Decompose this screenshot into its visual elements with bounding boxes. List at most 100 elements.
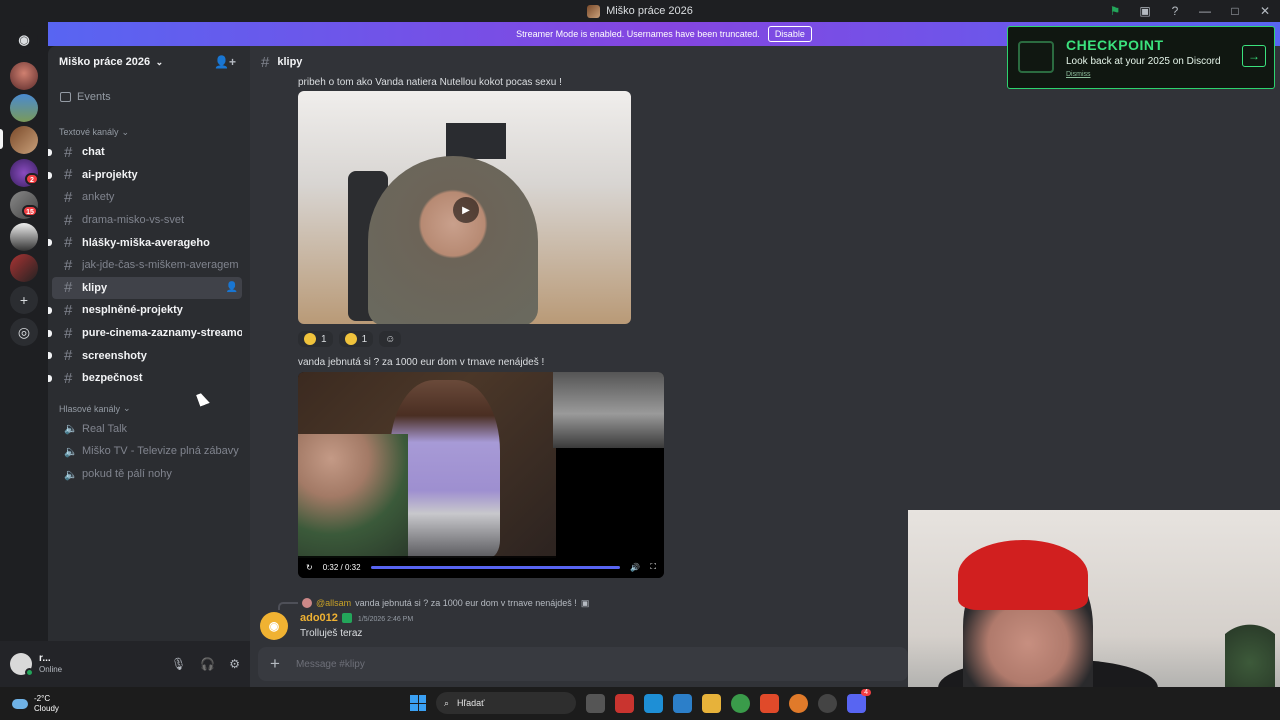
fullscreen-icon[interactable]: ⛶	[650, 562, 656, 572]
message-author[interactable]: ado012	[300, 612, 338, 624]
channel-item[interactable]: # pure-cinema-zaznamy-streamov	[48, 322, 242, 345]
chrome-icon[interactable]	[731, 693, 750, 713]
calendar-icon	[60, 92, 71, 102]
server-icon-7[interactable]	[10, 254, 38, 282]
weather-temp: -2°C	[34, 693, 51, 703]
server-icon-6[interactable]	[10, 223, 38, 251]
channel-item[interactable]: # chat	[48, 141, 242, 164]
volume-icon[interactable]: 🔊	[630, 563, 640, 572]
hash-icon: #	[64, 211, 73, 229]
taskbar-search[interactable]: ⌕ Hľadať	[436, 692, 576, 714]
minimize-button[interactable]: —	[1190, 4, 1220, 18]
channel-name: pure-cinema-zaznamy-streamov	[82, 327, 242, 340]
cloud-icon	[12, 698, 28, 709]
reaction-tired[interactable]: 1	[338, 331, 374, 347]
search-placeholder: Hľadať	[457, 698, 485, 708]
voice-channel-item[interactable]: 🔈 Real Talk	[52, 418, 242, 441]
reply-mention[interactable]: @allsam	[316, 598, 351, 608]
message-text: vanda jebnutá si ? za 1000 eur dom v trn…	[298, 357, 545, 368]
server-icon	[587, 4, 601, 18]
checkpoint-title: CHECKPOINT	[1066, 37, 1164, 53]
weather-cond: Cloudy	[34, 703, 59, 713]
server-header[interactable]: Miško práce 2026 ⌄ 👤+	[48, 46, 250, 78]
attach-plus-icon[interactable]: +	[270, 654, 280, 674]
speaker-icon: 🔈	[64, 423, 78, 436]
invite-icon[interactable]: 👤+	[214, 55, 236, 69]
category-text-label: Textové kanály	[59, 127, 119, 137]
video-frame-inset	[553, 372, 664, 448]
voice-channel-name: Miško TV - Televize plná zábavy	[82, 445, 239, 458]
maximize-button[interactable]: □	[1220, 4, 1250, 18]
video-player[interactable]: ↻ 0:32 / 0:32 🔊 ⛶	[298, 372, 664, 578]
hash-icon: #	[64, 234, 73, 252]
server-icon-1[interactable]	[10, 62, 38, 90]
flag-icon[interactable]: ⚑	[1100, 4, 1130, 18]
channel-item[interactable]: # jak-jde-čas-s-miškem-averagem	[52, 254, 242, 277]
store-icon[interactable]	[615, 693, 634, 713]
firefox-icon[interactable]	[789, 693, 808, 713]
rofl-emoji-icon	[304, 333, 316, 345]
inbox-icon[interactable]: ▣	[1130, 4, 1160, 18]
weather-widget[interactable]: -2°C Cloudy	[0, 694, 59, 714]
brave-icon[interactable]	[760, 693, 779, 713]
window-title: Miško práce 2026	[587, 4, 693, 18]
hash-icon: #	[261, 53, 270, 71]
voice-channel-item[interactable]: 🔈 Miško TV - Televize plná zábavy	[52, 440, 242, 463]
smiley-icon: ☺	[385, 333, 396, 345]
reactions: 1 1 ☺	[298, 331, 402, 347]
unread-badge: 15	[22, 205, 38, 217]
photos-icon[interactable]	[673, 693, 692, 713]
search-icon: ⌕	[444, 697, 450, 708]
invite-icon[interactable]: 👤	[226, 282, 238, 293]
channel-item[interactable]: # nesplněné-projekty	[48, 299, 242, 322]
arrow-right-icon[interactable]: →	[1242, 45, 1266, 67]
taskview-icon[interactable]	[586, 693, 605, 713]
video-progress-bar[interactable]	[370, 565, 621, 569]
voice-channel-item[interactable]: 🔈 pokud tě pálí nohy	[52, 463, 242, 486]
message-input[interactable]: Message #klipy	[296, 659, 365, 670]
discord-home-icon[interactable]: ◉	[10, 26, 38, 54]
events-item[interactable]: Events	[48, 85, 250, 109]
channel-name: hlášky-miška-averageho	[82, 236, 210, 249]
channel-item[interactable]: # ankety	[52, 186, 242, 209]
dismiss-link[interactable]: Dismiss	[1066, 71, 1091, 78]
category-voice[interactable]: Hlasové kanály ⌄	[48, 400, 250, 418]
channel-item[interactable]: # screenshoty	[48, 344, 242, 367]
video-frame-person-2	[298, 434, 408, 558]
folder-icon[interactable]	[702, 693, 721, 713]
channel-item[interactable]: # ai-projekty	[48, 164, 242, 187]
disable-button[interactable]: Disable	[767, 26, 812, 42]
message-body: Trolluješ teraz	[300, 628, 363, 639]
steam-icon[interactable]	[818, 693, 837, 713]
add-server-icon[interactable]: +	[10, 286, 38, 314]
windows-start-icon[interactable]	[410, 695, 426, 711]
category-voice-label: Hlasové kanály	[59, 403, 121, 414]
unread-badge: 2	[25, 173, 39, 185]
edge-icon[interactable]	[644, 693, 663, 713]
video-attachment[interactable]: ▶	[298, 91, 631, 324]
channel-item[interactable]: # klipy 👤	[52, 276, 242, 300]
microphone-icon[interactable]: 🎙	[171, 657, 186, 671]
channel-item[interactable]: # drama-misko-vs-svet	[52, 209, 242, 232]
avatar[interactable]: ◉	[260, 612, 288, 640]
discord-taskbar-icon[interactable]: 4	[847, 688, 871, 713]
channel-item[interactable]: # hlášky-miška-averageho	[48, 231, 242, 254]
reply-reference[interactable]: @allsam vanda jebnutá si ? za 1000 eur d…	[278, 596, 589, 610]
category-text[interactable]: Textové kanály ⌄	[48, 123, 250, 141]
checkpoint-popup[interactable]: CHECKPOINT Look back at your 2025 on Dis…	[1007, 26, 1275, 89]
headphones-icon[interactable]: 🎧	[200, 657, 215, 671]
message-composer[interactable]: + Message #klipy	[258, 647, 908, 681]
reaction-rofl[interactable]: 1	[298, 331, 333, 347]
channel-item[interactable]: # bezpečnost	[48, 367, 242, 390]
server-icon-2[interactable]	[10, 94, 38, 122]
add-reaction-button[interactable]: ☺	[379, 331, 402, 347]
server-icon-misko[interactable]	[10, 126, 38, 154]
close-button[interactable]: ✕	[1250, 4, 1280, 18]
help-icon[interactable]: ?	[1160, 4, 1190, 18]
play-icon[interactable]: ▶	[453, 197, 479, 223]
replay-icon[interactable]: ↻	[306, 563, 313, 572]
avatar[interactable]	[10, 653, 34, 677]
gear-icon[interactable]: ⚙	[229, 657, 240, 671]
user-panel: r... Online 🎙 🎧 ⚙	[0, 641, 250, 687]
discover-icon[interactable]: ◎	[10, 318, 38, 346]
